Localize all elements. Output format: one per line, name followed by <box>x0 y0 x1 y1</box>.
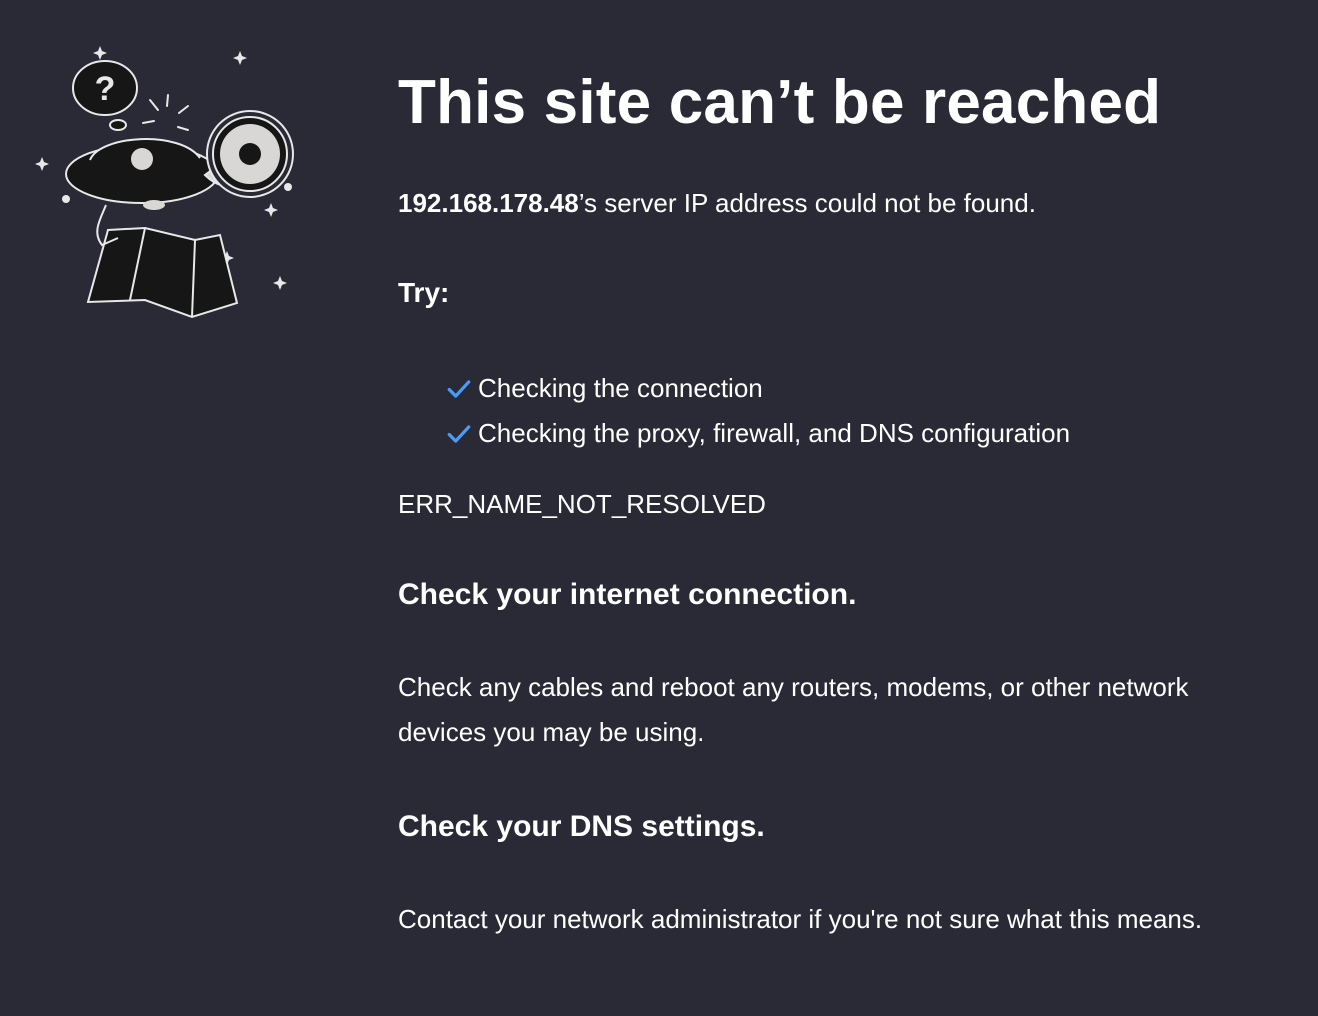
error-code: ERR_NAME_NOT_RESOLVED <box>398 489 766 519</box>
error-content: This site can’t be reached 192.168.178.4… <box>398 64 1258 942</box>
question-bubble-icon: ? <box>72 60 138 131</box>
section-body-dns: Contact your network administrator if yo… <box>398 904 1203 934</box>
list-item: Checking the connection <box>446 366 1258 411</box>
binoculars-icon <box>203 110 294 198</box>
check-icon <box>447 379 471 398</box>
section-heading-internet: Check your internet connection. <box>398 578 857 611</box>
summary-text: ’s server IP address could not be found. <box>578 188 1036 218</box>
list-item: Checking the proxy, firewall, and DNS co… <box>446 411 1258 456</box>
error-summary: 192.168.178.48’s server IP address could… <box>398 186 1258 220</box>
svg-text:?: ? <box>95 70 116 108</box>
explorer-illustration-icon: ? <box>35 46 294 319</box>
try-label: Try: <box>398 277 450 308</box>
suggestion-label: Checking the connection <box>478 373 763 403</box>
suggestion-label: Checking the proxy, firewall, and DNS co… <box>478 418 1071 448</box>
suggestions-list: Checking the connection Checking the pro… <box>446 366 1258 456</box>
page-title: This site can’t be reached <box>398 68 1162 137</box>
section-body-internet: Check any cables and reboot any routers,… <box>398 672 1189 747</box>
host-address: 192.168.178.48 <box>398 188 579 218</box>
check-icon <box>447 424 471 443</box>
section-heading-dns: Check your DNS settings. <box>398 810 765 843</box>
